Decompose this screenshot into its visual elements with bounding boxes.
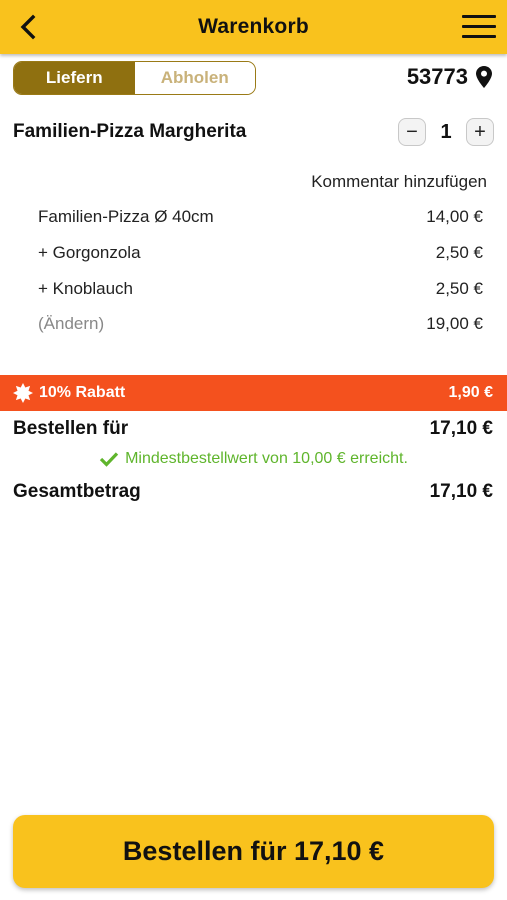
delivery-option-liefern[interactable]: Liefern [14, 62, 135, 94]
minimum-order-status: Mindestbestellwert von 10,00 € erreicht. [0, 450, 507, 468]
item-line-price: 14,00 € [426, 207, 483, 226]
order-for-row: Bestellen für 17,10 € [13, 418, 493, 440]
app-header: Warenkorb [0, 0, 507, 54]
zip-code-selector[interactable]: 53773 [407, 64, 492, 90]
item-line-label: + Gorgonzola [38, 243, 141, 262]
checkmark-icon [99, 452, 119, 467]
hamburger-menu-icon[interactable] [462, 15, 496, 41]
zip-code: 53773 [406, 64, 468, 89]
delivery-mode-toggle: Liefern Abholen [13, 61, 256, 95]
increase-quantity-button[interactable]: + [466, 118, 494, 146]
checkout-button[interactable]: Bestellen für 17,10 € [13, 815, 494, 888]
item-line: + Knoblauch 2,50 € [38, 279, 483, 299]
discount-amount: 1,90 € [448, 384, 493, 401]
order-for-label: Bestellen für [13, 418, 129, 439]
total-row: Gesamtbetrag 17,10 € [13, 481, 493, 503]
total-label: Gesamtbetrag [13, 481, 141, 502]
item-line-label: Familien-Pizza Ø 40cm [38, 207, 214, 226]
page-title: Warenkorb [198, 15, 309, 38]
discount-banner: 10% Rabatt 1,90 € [0, 375, 507, 411]
item-line-price: 2,50 € [435, 243, 483, 262]
order-for-amount: 17,10 € [429, 418, 493, 439]
item-line-label: + Knoblauch [38, 279, 133, 298]
item-subtotal: 19,00 € [426, 314, 483, 333]
item-line-price: 2,50 € [435, 279, 483, 298]
total-amount: 17,10 € [429, 481, 493, 502]
discount-label: 10% Rabatt [39, 384, 126, 401]
cart-item-name: Familien-Pizza Margherita [13, 121, 247, 142]
delivery-option-abholen[interactable]: Abholen [134, 62, 255, 94]
map-pin-icon [476, 66, 492, 88]
item-line: Familien-Pizza Ø 40cm 14,00 € [38, 207, 483, 227]
decrease-quantity-button[interactable]: − [398, 118, 426, 146]
change-item-link[interactable]: (Ändern) [38, 314, 104, 334]
item-subtotal-line: (Ändern) 19,00 € [38, 314, 483, 334]
quantity-value: 1 [440, 120, 452, 143]
badge-star-icon [13, 383, 33, 403]
add-comment-link[interactable]: Kommentar hinzufügen [311, 172, 487, 192]
quantity-stepper: − 1 + [398, 118, 494, 146]
minimum-order-text: Mindestbestellwert von 10,00 € erreicht. [125, 450, 408, 467]
item-line: + Gorgonzola 2,50 € [38, 243, 483, 263]
